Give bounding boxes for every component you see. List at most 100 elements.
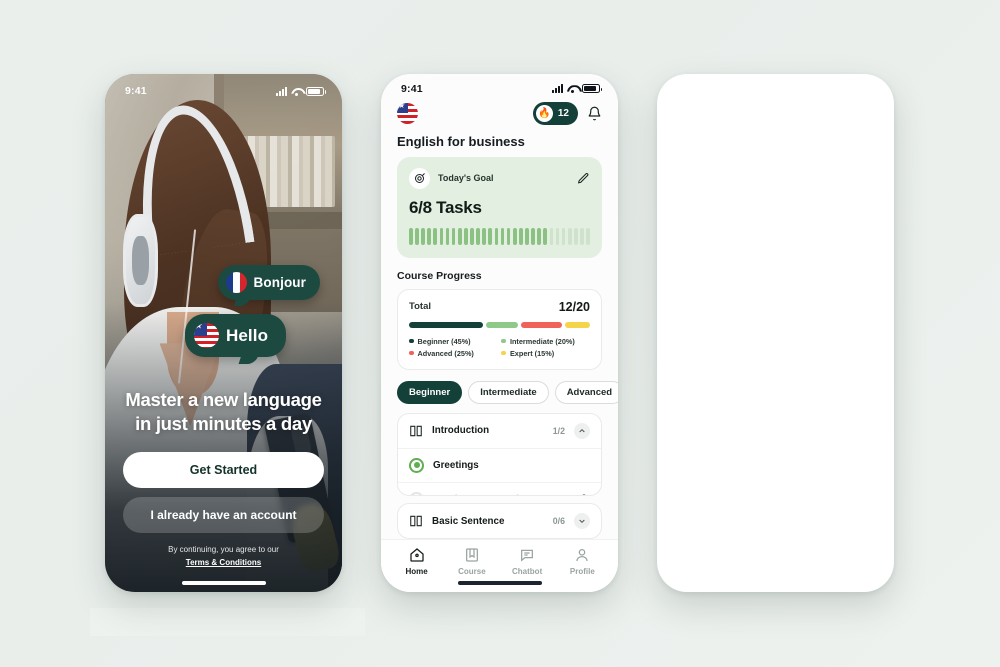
progress-segment [485, 321, 519, 328]
legend-item: Expert (15%) [501, 349, 582, 358]
tab-label: Chatbot [512, 567, 543, 576]
lesson-row-locked: Numbers & Counting [398, 483, 601, 495]
streak-badge[interactable]: 🔥 12 [532, 101, 578, 125]
lesson-name: Introduction [432, 425, 490, 437]
wifi-icon [291, 87, 302, 96]
todays-goal-card[interactable]: Today's Goal 6/8 Tasks [397, 156, 602, 258]
legend-label: Advanced (25%) [417, 348, 474, 358]
home-icon [409, 548, 424, 562]
lesson-count: 0/6 [552, 516, 565, 526]
terms-link[interactable]: Terms & Conditions [186, 558, 261, 567]
goal-tick [494, 227, 499, 245]
level-filter-chips[interactable]: BeginnerIntermediateAdvancedEx [381, 370, 618, 413]
bell-icon[interactable] [587, 106, 602, 121]
phone-mockup-stage: 9:41 Bonjour Hello Master a new la [0, 0, 1000, 667]
legend-item: Intermediate (20%) [501, 337, 582, 346]
page-title: Master a new language in just minutes a … [123, 388, 324, 435]
phone-onboarding: 9:41 Bonjour Hello Master a new la [105, 74, 342, 592]
status-time: 9:41 [401, 82, 423, 95]
flame-icon: 🔥 [535, 104, 553, 122]
goal-tick [457, 227, 462, 245]
goal-label: Today's Goal [438, 173, 494, 184]
tab-course[interactable]: Course [444, 547, 499, 576]
legend-dot [409, 338, 414, 344]
chip-intermediate[interactable]: Intermediate [468, 380, 549, 404]
speech-bubble-bonjour: Bonjour [217, 265, 320, 306]
goal-tick [500, 227, 505, 245]
legend-dot [501, 338, 506, 344]
goal-tick [573, 227, 578, 245]
battery-icon [582, 84, 602, 94]
progress-segment [521, 321, 563, 328]
goal-tick [409, 227, 413, 245]
goal-tick [549, 227, 554, 245]
lock-icon [582, 494, 586, 495]
person-icon [576, 549, 589, 562]
goal-tick [445, 227, 450, 245]
edit-pencil-icon[interactable] [577, 172, 590, 185]
bubble-text: Hello [226, 325, 269, 345]
flag-us-icon[interactable] [397, 102, 418, 124]
lesson-name: Basic Sentence [432, 515, 505, 527]
chat-icon [521, 549, 534, 562]
goal-tick [427, 227, 432, 245]
goal-tick [586, 227, 590, 245]
legend-label: Expert (15%) [509, 348, 555, 358]
speech-bubble-hello: Hello [185, 314, 287, 364]
phone-home: 9:41 🔥 12 E [381, 74, 618, 592]
goal-tick [439, 227, 444, 245]
tab-profile[interactable]: Profile [555, 547, 610, 576]
home-indicator [457, 581, 542, 585]
chevron-up-icon[interactable] [574, 422, 590, 439]
goal-tick [463, 227, 468, 245]
tab-label: Home [405, 567, 428, 576]
lesson-row[interactable]: Greetings [398, 449, 601, 483]
legal-prefix: By continuing, you agree to our [168, 545, 279, 555]
goal-tick [506, 227, 511, 245]
lesson-group-basic-sentence[interactable]: Basic Sentence 0/6 [397, 503, 602, 539]
lesson-name: Greetings [433, 459, 479, 471]
legend-dot [501, 350, 506, 356]
goal-tick [525, 227, 529, 245]
home-screen: 9:41 🔥 12 E [381, 74, 618, 592]
goal-tick [518, 227, 523, 245]
lesson-row[interactable]: Basic Sentence 0/6 [398, 504, 601, 538]
goal-tick [451, 227, 456, 245]
legend-item: Advanced (25%) [409, 349, 490, 358]
goal-tick [470, 227, 474, 245]
goal-tick [561, 227, 566, 245]
status-time: 9:41 [125, 85, 147, 97]
lesson-group-introduction: Introduction 1/2 Greetings Numbers & Cou… [397, 412, 602, 496]
headline-line-2: in just minutes a day [135, 412, 312, 434]
battery-icon [306, 86, 326, 96]
tab-label: Course [458, 567, 486, 576]
book-icon [465, 548, 478, 562]
goal-tick [555, 227, 560, 245]
course-progress-label: Course Progress [397, 269, 482, 282]
total-value: 12/20 [558, 299, 590, 314]
chip-beginner[interactable]: Beginner [397, 380, 463, 404]
legend-dot [409, 350, 414, 356]
chip-advanced[interactable]: Advanced [554, 380, 618, 404]
page-title: English for business [397, 133, 525, 149]
tab-home[interactable]: Home [389, 547, 444, 576]
status-bar: 9:41 [381, 74, 618, 98]
existing-account-button[interactable]: I already have an account [123, 497, 324, 534]
goal-tick [512, 227, 517, 245]
app-header: 🔥 12 [381, 98, 618, 125]
legend-label: Intermediate (20%) [509, 336, 575, 346]
bubble-text: Bonjour [253, 275, 306, 290]
phone-lessons-sheet: 9:41 🔥 12 [657, 74, 894, 592]
lesson-row[interactable]: Introduction 1/2 [398, 414, 601, 449]
tab-chatbot[interactable]: Chatbot [500, 547, 555, 576]
progress-segment [565, 321, 591, 328]
chevron-down-icon[interactable] [574, 513, 590, 529]
goal-tick [537, 227, 542, 245]
get-started-button[interactable]: Get Started [123, 452, 324, 489]
legend-label: Beginner (45%) [417, 336, 471, 346]
goal-progress-ticks [409, 227, 590, 245]
legend-item: Beginner (45%) [409, 337, 490, 346]
check-ring-icon [409, 457, 424, 473]
cellular-signal-icon [276, 86, 287, 96]
empty-ring-icon [409, 491, 424, 495]
